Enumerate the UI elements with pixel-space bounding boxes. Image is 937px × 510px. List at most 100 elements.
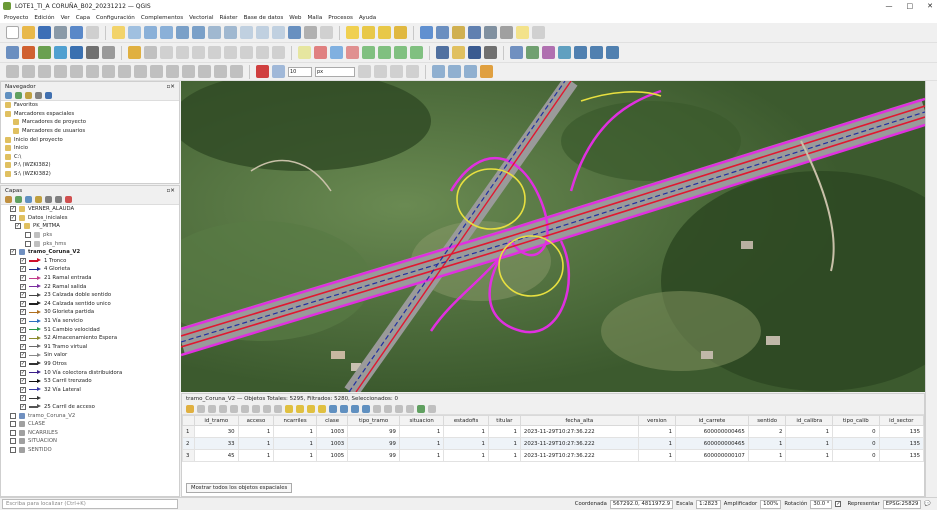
render-checkbox[interactable]: ✓	[835, 501, 842, 507]
snapping-mode-icon[interactable]	[272, 65, 285, 78]
expand-all-icon[interactable]	[45, 196, 52, 203]
layer-visibility-checkbox[interactable]: ✓	[20, 275, 26, 282]
cut-icon[interactable]	[252, 405, 260, 413]
column-header[interactable]: version	[637, 415, 677, 426]
label-toolbar-icon[interactable]	[298, 46, 311, 59]
redo-icon[interactable]	[272, 46, 285, 59]
add-selected-icon[interactable]	[5, 92, 12, 99]
select-value-icon[interactable]	[362, 26, 375, 39]
table-cell[interactable]: 99	[347, 437, 400, 450]
table-cell[interactable]: 1	[443, 425, 489, 438]
layer-item[interactable]: ✓ 30 Glorieta partida	[1, 308, 179, 317]
offset-curve-icon[interactable]	[118, 65, 131, 78]
cut-features-icon[interactable]	[208, 46, 221, 59]
map-canvas[interactable]	[181, 81, 925, 392]
table-cell[interactable]: 99	[347, 449, 400, 462]
layer-visibility-checkbox[interactable]: ✓	[20, 343, 26, 350]
layer-visibility-checkbox[interactable]	[10, 421, 16, 428]
table-cell[interactable]: 1	[487, 449, 521, 462]
table-cell[interactable]: 33	[194, 437, 239, 450]
table-cell[interactable]: 1	[443, 437, 489, 450]
pan-to-selected-icon[interactable]	[351, 405, 359, 413]
table-cell[interactable]: 1	[398, 449, 445, 462]
magnifier-field[interactable]: 100%	[760, 499, 782, 509]
layer-item[interactable]: ✓ 52 Almacenamiento Espera	[1, 334, 179, 343]
toggle-editing-icon[interactable]	[128, 46, 141, 59]
add-mesh-icon[interactable]	[86, 46, 99, 59]
refresh-icon[interactable]	[320, 26, 333, 39]
paste-icon[interactable]	[274, 405, 282, 413]
table-cell[interactable]: 1	[237, 449, 275, 462]
table-cell[interactable]: 1	[785, 449, 834, 462]
layer-visibility-checkbox[interactable]: ✓	[20, 386, 26, 393]
reshape-icon[interactable]	[102, 65, 115, 78]
table-cell[interactable]: 2023-11-29T10:27:36.222	[519, 425, 639, 438]
table-cell[interactable]: 1	[273, 425, 317, 438]
table-cell[interactable]: 45	[194, 449, 239, 462]
snap-unit-select[interactable]: px	[315, 66, 355, 77]
table-cell[interactable]: 1	[487, 425, 521, 438]
layer-item[interactable]: tramo_Coruna_V2	[1, 411, 179, 420]
snapping-magnet-icon[interactable]	[256, 65, 269, 78]
save-as-icon[interactable]	[54, 26, 67, 39]
actions-icon[interactable]	[417, 405, 425, 413]
label-change-icon[interactable]	[410, 46, 423, 59]
undo-icon[interactable]	[256, 46, 269, 59]
snap-intersection-icon[interactable]	[358, 65, 371, 78]
column-header[interactable]: situacion	[398, 415, 445, 426]
messages-icon[interactable]: 💬	[924, 501, 931, 507]
layer-item[interactable]: pks	[1, 231, 179, 240]
snap-tolerance-input[interactable]: 10	[288, 66, 312, 77]
plugin-icon[interactable]	[452, 46, 465, 59]
layout-manager-icon[interactable]	[86, 26, 99, 39]
properties-icon[interactable]	[45, 92, 52, 99]
layer-visibility-checkbox[interactable]	[10, 446, 16, 453]
open-layer-styling-icon[interactable]	[5, 196, 12, 203]
add-vector-icon[interactable]	[38, 46, 51, 59]
layer-visibility-checkbox[interactable]: ✓	[20, 292, 26, 299]
zoom-in-icon[interactable]	[144, 26, 157, 39]
zoom-layer-icon[interactable]	[224, 26, 237, 39]
table-row[interactable]: 1 30 1 1 1003 99 1 1 1 2023-11-29T10:27:36.222 1 60…	[182, 425, 925, 438]
table-cell[interactable]: 0	[832, 437, 880, 450]
map-tips-icon[interactable]	[516, 26, 529, 39]
table-cell[interactable]: 1	[637, 449, 677, 462]
self-snap-icon[interactable]	[374, 65, 387, 78]
table-cell[interactable]: 135	[878, 425, 925, 438]
menu-ver[interactable]: Ver	[61, 15, 70, 21]
measure-angle-icon[interactable]	[464, 65, 477, 78]
layer-visibility-checkbox[interactable]: ✓	[20, 266, 26, 273]
table-cell[interactable]: 1	[237, 437, 275, 450]
row-number[interactable]: 3	[182, 449, 195, 462]
menu-vectorial[interactable]: Vectorial	[189, 15, 213, 21]
select-features-icon[interactable]	[346, 26, 359, 39]
refresh-browser-icon[interactable]	[15, 92, 22, 99]
browser-item[interactable]: Marcadores de proyecto	[1, 118, 179, 127]
decorations-icon[interactable]	[532, 26, 545, 39]
add-ring-icon[interactable]	[22, 65, 35, 78]
table-cell[interactable]: 135	[878, 437, 925, 450]
layer-visibility-checkbox[interactable]: ✓	[20, 326, 26, 333]
layer-item[interactable]: ✓ 32 Vía Lateral	[1, 385, 179, 394]
column-header[interactable]: id_tramo	[194, 415, 239, 426]
select-all-icon[interactable]	[296, 405, 304, 413]
conditional-formatting-icon[interactable]	[406, 405, 414, 413]
browser-item[interactable]: Favoritos	[1, 101, 179, 110]
layer-item[interactable]: ✓ 51 Cambio velocidad	[1, 325, 179, 334]
save-edits-icon[interactable]	[144, 46, 157, 59]
layer-item[interactable]: NCARRILES	[1, 428, 179, 437]
statistics-icon[interactable]	[452, 26, 465, 39]
zoom-native-icon[interactable]	[240, 26, 253, 39]
new-project-icon[interactable]	[6, 26, 19, 39]
table-cell[interactable]: 1	[237, 425, 275, 438]
scale-field[interactable]: 1:2823	[696, 499, 721, 509]
table-cell[interactable]: 30	[194, 425, 239, 438]
reload-table-icon[interactable]	[219, 405, 227, 413]
table-cell[interactable]: 1	[398, 425, 445, 438]
new-field-icon[interactable]	[373, 405, 381, 413]
maximize-button[interactable]: □	[907, 0, 914, 12]
processing-toolbox-icon[interactable]	[468, 46, 481, 59]
table-cell[interactable]: 1003	[315, 437, 349, 450]
table-row[interactable]: 2 33 1 1 1003 99 1 1 1 2023-11-29T10:27:36.222 1 60…	[182, 437, 925, 450]
layer-visibility-checkbox[interactable]: ✓	[20, 352, 26, 359]
